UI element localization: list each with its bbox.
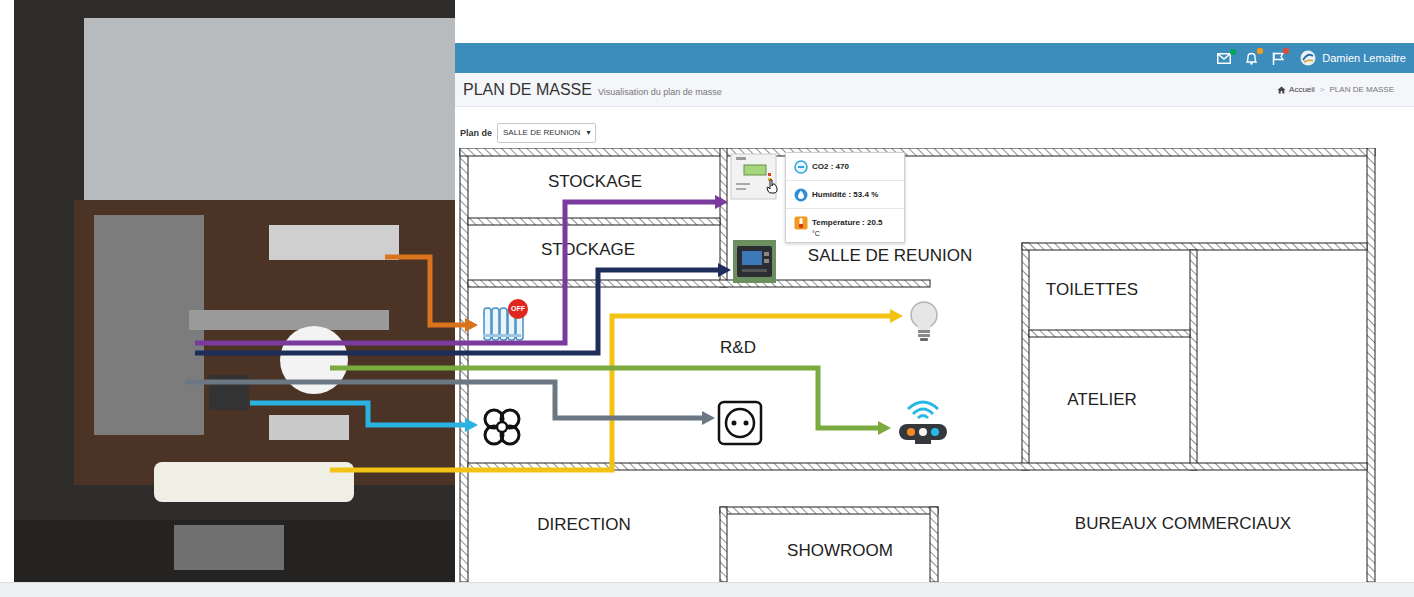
controller-device[interactable] xyxy=(733,240,776,283)
power-outlet-icon xyxy=(717,400,763,446)
wall xyxy=(468,280,930,287)
plan-selector-label: Plan de xyxy=(460,128,492,138)
room-label: TOILETTES xyxy=(1046,280,1138,300)
radiator-state-badge: OFF xyxy=(508,299,528,319)
outlet-device[interactable] xyxy=(717,400,763,446)
fan-icon xyxy=(480,405,524,449)
controller-device-icon xyxy=(733,240,776,283)
floor-plan: STOCKAGE STOCKAGE SALLE DE REUNION TOILETTE… xyxy=(458,148,1378,582)
screen: Damien Lemaitre PLAN DE MASSE Visualisat… xyxy=(0,0,1414,597)
temperature-reading: Température : 20.5 °C xyxy=(786,209,904,242)
light-bulb-icon xyxy=(905,300,943,342)
room-label: ATELIER xyxy=(1067,390,1137,410)
dropdown-arrow-icon: ▾ xyxy=(586,128,590,137)
device-links xyxy=(0,0,1414,597)
breadcrumb-item: PLAN DE MASSE xyxy=(1330,85,1394,94)
room-label: SHOWROOM xyxy=(787,541,893,561)
fan-device[interactable] xyxy=(480,405,524,449)
notification-badge xyxy=(1230,49,1236,55)
room-label: R&D xyxy=(720,338,756,358)
wall xyxy=(468,218,720,225)
mail-notification[interactable] xyxy=(1217,53,1231,64)
sensor-tooltip: CO2 : 470 Humidité : 53.4 % Température … xyxy=(785,152,905,243)
wall xyxy=(460,148,468,582)
bell-notification[interactable] xyxy=(1245,52,1258,65)
hub-link-arrow xyxy=(330,368,879,428)
wall xyxy=(720,507,727,582)
room-label: STOCKAGE xyxy=(541,240,635,260)
room-label: STOCKAGE xyxy=(548,172,642,192)
page-subtitle: Visualisation du plan de masse xyxy=(598,87,722,97)
top-bar: Damien Lemaitre xyxy=(455,43,1414,73)
user-name[interactable]: Damien Lemaitre xyxy=(1322,52,1406,64)
bell-icon xyxy=(1245,52,1258,65)
flag-icon xyxy=(1272,52,1284,65)
wall xyxy=(468,463,1367,470)
envelope-icon xyxy=(1217,53,1231,64)
bottom-strip xyxy=(0,582,1414,597)
page-title: PLAN DE MASSE xyxy=(463,81,592,99)
smart-hub-icon xyxy=(893,400,953,446)
co2-reading: CO2 : 470 xyxy=(786,153,904,181)
hand-cursor-icon xyxy=(766,179,778,194)
wall xyxy=(1022,243,1367,250)
humidity-reading: Humidité : 53.4 % xyxy=(786,181,904,209)
hub-device[interactable] xyxy=(893,400,953,446)
home-icon xyxy=(1277,86,1286,94)
radiator-link-arrow xyxy=(385,257,466,325)
plan-select[interactable]: SALLE DE REUNION ▾ xyxy=(497,123,596,143)
bulb-link-arrow xyxy=(330,316,891,470)
wall xyxy=(1022,243,1029,470)
plan-selector: Plan de SALLE DE REUNION ▾ xyxy=(458,120,1414,145)
sensor-link-arrow xyxy=(195,202,716,343)
room-label: BUREAUX COMMERCIAUX xyxy=(1075,514,1291,534)
wall xyxy=(1190,250,1197,470)
wall xyxy=(460,148,1375,156)
breadcrumb: Accueil > PLAN DE MASSE xyxy=(1277,85,1394,94)
flag-notification[interactable] xyxy=(1272,52,1284,65)
notification-badge xyxy=(1257,48,1263,54)
room-label: SALLE DE REUNION xyxy=(808,246,972,266)
fan-link-arrow xyxy=(250,403,466,425)
breadcrumb-separator: > xyxy=(1320,85,1325,94)
notification-badge xyxy=(1283,48,1289,54)
page-header: PLAN DE MASSE Visualisation du plan de m… xyxy=(455,73,1414,107)
co2-icon xyxy=(794,160,808,174)
radiator-icon xyxy=(480,298,530,344)
panel-photo xyxy=(14,0,455,582)
wall xyxy=(720,507,938,514)
outlet-link-arrow xyxy=(185,382,703,418)
room-label: DIRECTION xyxy=(537,515,631,535)
user-avatar-icon[interactable] xyxy=(1300,50,1316,66)
humidity-drop-icon xyxy=(794,188,808,202)
radiator-device[interactable]: OFF xyxy=(480,298,530,344)
thermometer-icon xyxy=(794,216,808,230)
wall xyxy=(1029,330,1190,337)
breadcrumb-item[interactable]: Accueil xyxy=(1277,85,1315,94)
controller-link-arrow xyxy=(195,270,719,353)
wall xyxy=(720,148,727,287)
wall xyxy=(930,507,938,582)
wall xyxy=(1367,148,1375,582)
bulb-device[interactable] xyxy=(905,300,943,342)
